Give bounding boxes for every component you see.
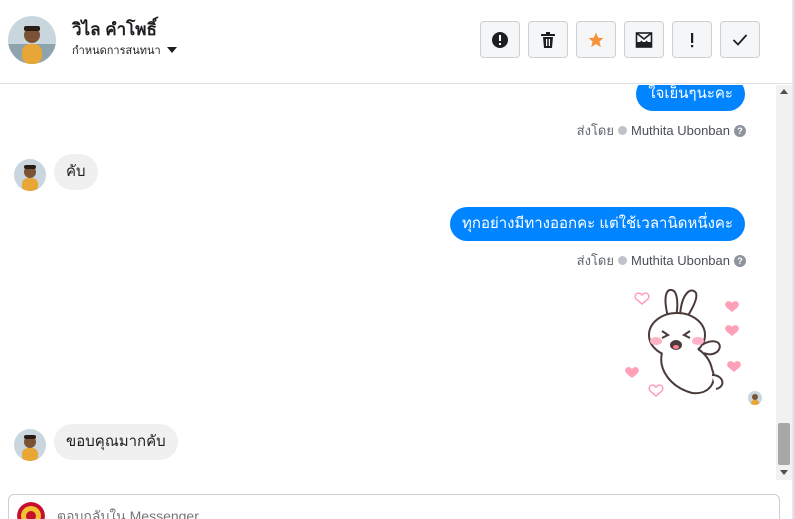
mark-spam-button[interactable]: [672, 21, 712, 58]
sender-name[interactable]: Muthita Ubonban: [631, 253, 730, 268]
bunny-sticker[interactable]: [622, 283, 748, 403]
mark-unread-icon: [635, 31, 653, 48]
contact-avatar-small[interactable]: [14, 429, 46, 461]
sent-by-line: ส่งโดย Muthita Ubonban ?: [577, 120, 746, 141]
seen-check-icon: [617, 256, 627, 265]
report-button[interactable]: [480, 21, 520, 58]
mark-done-button[interactable]: [720, 21, 760, 58]
message-list[interactable]: ใจเย็นๆนะคะ ส่งโดย Muthita Ubonban ? คับ…: [0, 85, 776, 480]
conversation-schedule-dropdown[interactable]: กำหนดการสนทนา: [72, 41, 177, 59]
check-icon: [732, 33, 748, 46]
sent-by-prefix: ส่งโดย: [576, 253, 614, 268]
outgoing-message[interactable]: ใจเย็นๆนะคะ: [636, 85, 745, 111]
contact-avatar-small[interactable]: [14, 159, 46, 191]
help-icon[interactable]: ?: [734, 124, 746, 137]
help-icon[interactable]: ?: [734, 254, 746, 267]
contact-name[interactable]: วิไล คำโพธิ์: [72, 16, 157, 43]
mark-unread-button[interactable]: [624, 21, 664, 58]
sender-name[interactable]: Muthita Ubonban: [631, 123, 730, 138]
caret-down-icon: [166, 47, 177, 53]
star-icon: [588, 32, 604, 47]
incoming-message[interactable]: ขอบคุณมากคับ: [54, 424, 178, 460]
scrollbar-thumb[interactable]: [778, 423, 790, 465]
scroll-up-arrow-icon[interactable]: [780, 89, 788, 94]
alert-circle-icon: [492, 31, 508, 48]
trash-icon: [541, 31, 555, 48]
incoming-message[interactable]: คับ: [54, 154, 98, 190]
delete-button[interactable]: [528, 21, 568, 58]
star-button[interactable]: [576, 21, 616, 58]
reply-composer[interactable]: [8, 494, 780, 519]
conversation-toolbar: [480, 21, 760, 58]
page-avatar: [17, 502, 45, 519]
outgoing-message[interactable]: ทุกอย่างมีทางออกคะ แต่ใช้เวลานิดหนึ่งคะ: [449, 207, 745, 241]
exclamation-icon: [691, 32, 694, 47]
sent-by-prefix: ส่งโดย: [576, 123, 614, 138]
scroll-down-arrow-icon[interactable]: [780, 470, 788, 475]
message-scrollbar[interactable]: [776, 85, 792, 480]
conversation-header: วิไล คำโพธิ์ กำหนดการสนทนา: [0, 0, 794, 84]
seen-by-avatar: [748, 391, 762, 405]
reply-input[interactable]: [57, 508, 757, 519]
seen-check-icon: [617, 126, 627, 135]
conversation-schedule-label: กำหนดการสนทนา: [72, 45, 161, 57]
sent-by-line: ส่งโดย Muthita Ubonban ?: [577, 250, 746, 271]
contact-avatar[interactable]: [8, 16, 56, 64]
